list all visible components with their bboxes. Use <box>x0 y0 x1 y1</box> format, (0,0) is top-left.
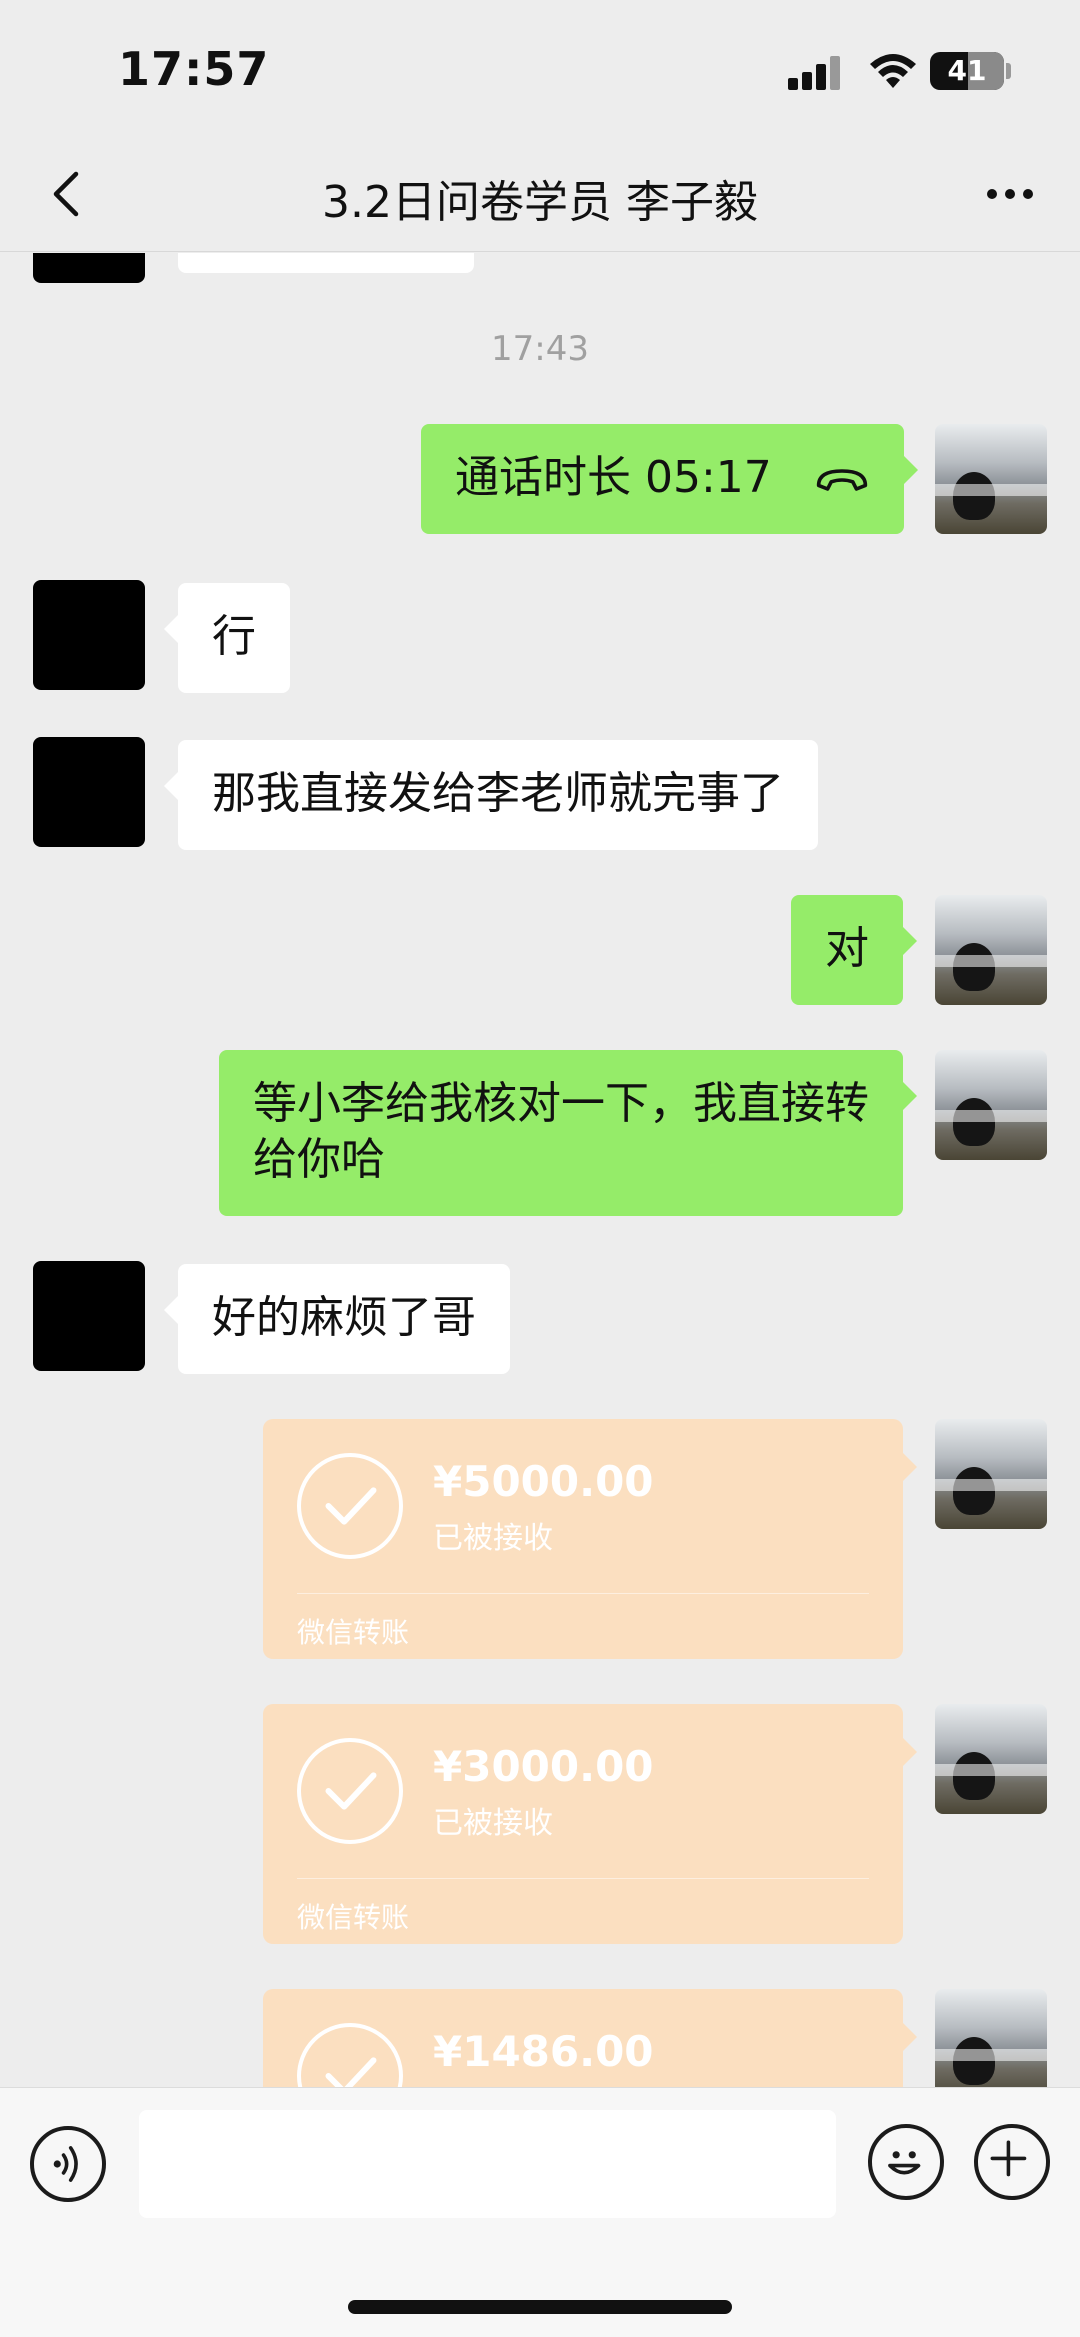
check-icon <box>297 2023 403 2087</box>
status-bar: 17:57 41 <box>0 0 1080 140</box>
message-bubble[interactable]: 行 <box>164 583 290 693</box>
avatar-me[interactable] <box>935 1419 1047 1529</box>
avatar-me[interactable] <box>935 1050 1047 1160</box>
message-bubble[interactable]: 对 <box>791 895 917 1005</box>
hang-up-icon <box>816 469 867 491</box>
message-bubble[interactable] <box>178 253 474 273</box>
call-duration: 通话时长 05:17 <box>455 452 772 503</box>
avatar-me[interactable] <box>935 1989 1047 2087</box>
transfer-amount: ¥3000.00 <box>433 1742 654 1791</box>
home-indicator <box>348 2300 732 2314</box>
chat-title: 3.2日问卷学员 李子毅 <box>322 177 758 228</box>
transfer-card[interactable]: ¥5000.00 已被接收 微信转账 <box>263 1419 917 1659</box>
transfer-amount: ¥5000.00 <box>433 1457 654 1506</box>
transfer-footer: 微信转账 <box>297 1616 410 1649</box>
transfer-card[interactable]: ¥3000.00 已被接收 微信转账 <box>263 1704 917 1944</box>
avatar-other[interactable] <box>33 580 145 690</box>
divider <box>297 1878 869 1879</box>
message-input[interactable] <box>139 2110 836 2218</box>
avatar-other[interactable] <box>33 1261 145 1371</box>
message-bubble[interactable]: 好的麻烦了哥 <box>164 1264 510 1374</box>
battery-level: 41 <box>947 54 987 87</box>
battery-tip <box>1006 63 1011 79</box>
input-bar <box>0 2087 1080 2337</box>
battery-icon: 41 <box>930 52 1004 90</box>
transfer-status: 已被接收 <box>433 1806 553 1841</box>
avatar-me[interactable] <box>935 1704 1047 1814</box>
voice-icon[interactable] <box>30 2126 106 2202</box>
transfer-amount: ¥1486.00 <box>433 2027 654 2076</box>
check-icon <box>297 1738 403 1844</box>
more-icon[interactable] <box>980 164 1040 224</box>
message-bubble[interactable]: 等小李给我核对一下，我直接转给你哈 <box>219 1050 917 1216</box>
wifi-icon <box>870 54 916 88</box>
message-timestamp: 17:43 <box>491 329 589 369</box>
plus-icon[interactable] <box>974 2124 1050 2200</box>
chat-area[interactable]: 17:43 通话时长 05:17 行 那我直接发给李老师就完事了 对 等小李给我… <box>0 253 1080 2087</box>
nav-bar: 3.2日问卷学员 李子毅 <box>0 140 1080 252</box>
avatar-other[interactable] <box>33 737 145 847</box>
status-time: 17:57 <box>118 42 270 96</box>
transfer-status: 已被接收 <box>433 1521 553 1556</box>
avatar-me[interactable] <box>935 424 1047 534</box>
emoji-icon[interactable] <box>868 2124 944 2200</box>
transfer-footer: 微信转账 <box>297 1901 410 1934</box>
avatar-me[interactable] <box>935 895 1047 1005</box>
transfer-card[interactable]: ¥1486.00 <box>263 1989 917 2087</box>
call-record-bubble[interactable]: 通话时长 05:17 <box>421 424 918 534</box>
avatar-other[interactable] <box>33 253 145 283</box>
divider <box>297 1593 869 1594</box>
signal-icon <box>788 56 844 90</box>
message-bubble[interactable]: 那我直接发给李老师就完事了 <box>164 740 818 850</box>
check-icon <box>297 1453 403 1559</box>
